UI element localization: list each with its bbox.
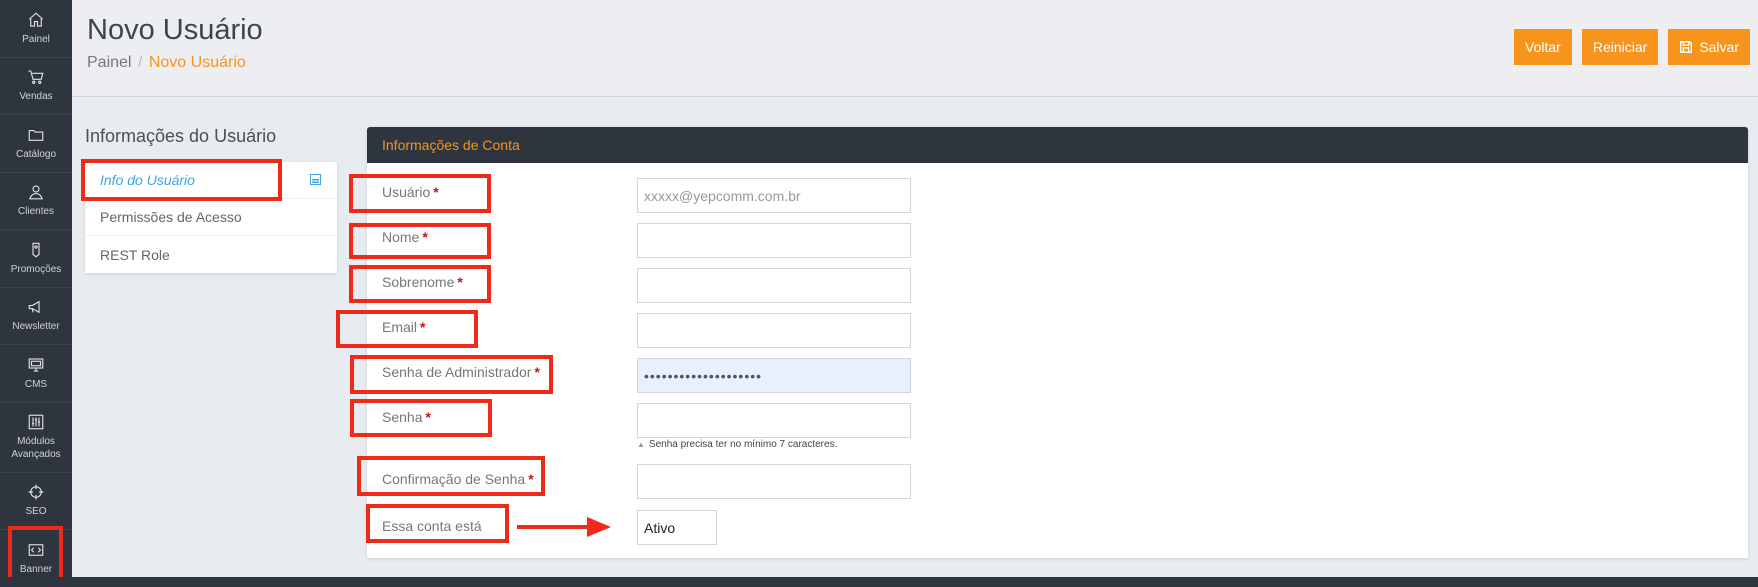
annotation-arrow-icon [517, 517, 611, 537]
back-button-label: Voltar [1525, 39, 1561, 55]
annotation-box-password [350, 399, 492, 437]
annotation-box-info-tab [81, 159, 282, 201]
sidebar-item-vendas[interactable]: Vendas [0, 58, 72, 115]
annotation-box-admin-password [350, 355, 553, 394]
cart-icon [28, 70, 44, 85]
sidebar-item-label: Módulos Avançados [11, 436, 61, 460]
email-input[interactable] [637, 313, 911, 348]
sidebar-item-seo[interactable]: SEO [0, 473, 72, 530]
sidebar-item-modulos[interactable]: Módulos Avançados [0, 403, 72, 473]
status-select[interactable]: Ativo [637, 510, 717, 545]
card-title: Informações de Conta [367, 127, 1748, 163]
tag-icon [32, 242, 40, 258]
sidebar-item-newsletter[interactable]: Newsletter [0, 288, 72, 345]
sidebar-item-label: Promoções [10, 263, 62, 275]
reset-button[interactable]: Reiniciar [1581, 29, 1659, 65]
sidebar-item-cms[interactable]: CMS [0, 345, 72, 403]
folder-icon [28, 129, 44, 141]
footer-bar [0, 577, 1758, 587]
sidebar-item-label: SEO [25, 506, 47, 518]
sidebar-item-label: Catálogo [15, 148, 57, 160]
last-name-input[interactable] [637, 268, 911, 303]
sidebar-item-label: Painel [22, 33, 50, 45]
breadcrumb-separator: / [137, 54, 143, 71]
password-confirm-input[interactable] [637, 464, 911, 499]
sidebar-item-label: CMS [24, 378, 48, 390]
annotation-box-email [336, 310, 478, 348]
admin-password-input[interactable] [637, 358, 911, 393]
annotation-box-banner [8, 526, 63, 581]
annotation-box-first-name [349, 223, 491, 259]
sidebar-item-painel[interactable]: Painel [0, 0, 72, 58]
sidebar: Painel Vendas Catálogo Clientes Promoçõe… [0, 0, 72, 587]
megaphone-icon [28, 301, 40, 314]
home-icon [28, 12, 44, 27]
tab-access-permissions[interactable]: Permissões de Acesso [85, 199, 337, 236]
crosshair-icon [28, 484, 44, 500]
annotation-box-password-confirm [357, 456, 545, 496]
tab-label: REST Role [100, 246, 170, 263]
reset-button-label: Reiniciar [1592, 39, 1648, 55]
breadcrumb-root[interactable]: Painel [87, 54, 131, 71]
sliders-icon [28, 414, 44, 430]
floppy-disk-icon [1680, 41, 1693, 53]
warning-triangle-icon: ▲ [637, 440, 645, 449]
page-title: Novo Usuário [87, 14, 263, 46]
annotation-box-user [349, 174, 491, 213]
page-header: Novo Usuário Painel / Novo Usuário Volta… [72, 0, 1758, 97]
sidebar-item-label: Clientes [17, 206, 55, 218]
save-button-label: Salvar [1699, 39, 1739, 55]
first-name-input[interactable] [637, 223, 911, 258]
account-info-card: Informações de Conta [367, 127, 1748, 558]
tabs-title: Informações do Usuário [85, 126, 277, 146]
password-input[interactable] [637, 403, 911, 438]
sidebar-item-catalogo[interactable]: Catálogo [0, 115, 72, 173]
password-hint-text: Senha precisa ter no mínimo 7 caracteres… [648, 439, 838, 450]
save-button[interactable]: Salvar [1668, 29, 1750, 65]
annotation-box-last-name [349, 265, 491, 303]
password-hint: ▲ Senha precisa ter no mínimo 7 caractere… [637, 439, 837, 450]
sidebar-item-promocoes[interactable]: Promoções [0, 230, 72, 288]
back-button[interactable]: Voltar [1514, 29, 1572, 65]
user-input[interactable] [637, 178, 911, 213]
monitor-icon [28, 358, 44, 372]
sidebar-item-label: Vendas [19, 91, 53, 103]
tab-label: Permissões de Acesso [100, 209, 242, 225]
tab-rest-role[interactable]: REST Role [85, 236, 337, 273]
annotation-box-status [366, 504, 509, 543]
header-actions: Voltar Reiniciar Salvar [1514, 29, 1750, 65]
form-icon [310, 174, 321, 185]
breadcrumb: Painel / Novo Usuário [87, 54, 246, 72]
breadcrumb-current: Novo Usuário [148, 54, 246, 71]
sidebar-item-label: Newsletter [12, 321, 60, 333]
user-icon [29, 185, 43, 200]
sidebar-item-clientes[interactable]: Clientes [0, 173, 72, 230]
